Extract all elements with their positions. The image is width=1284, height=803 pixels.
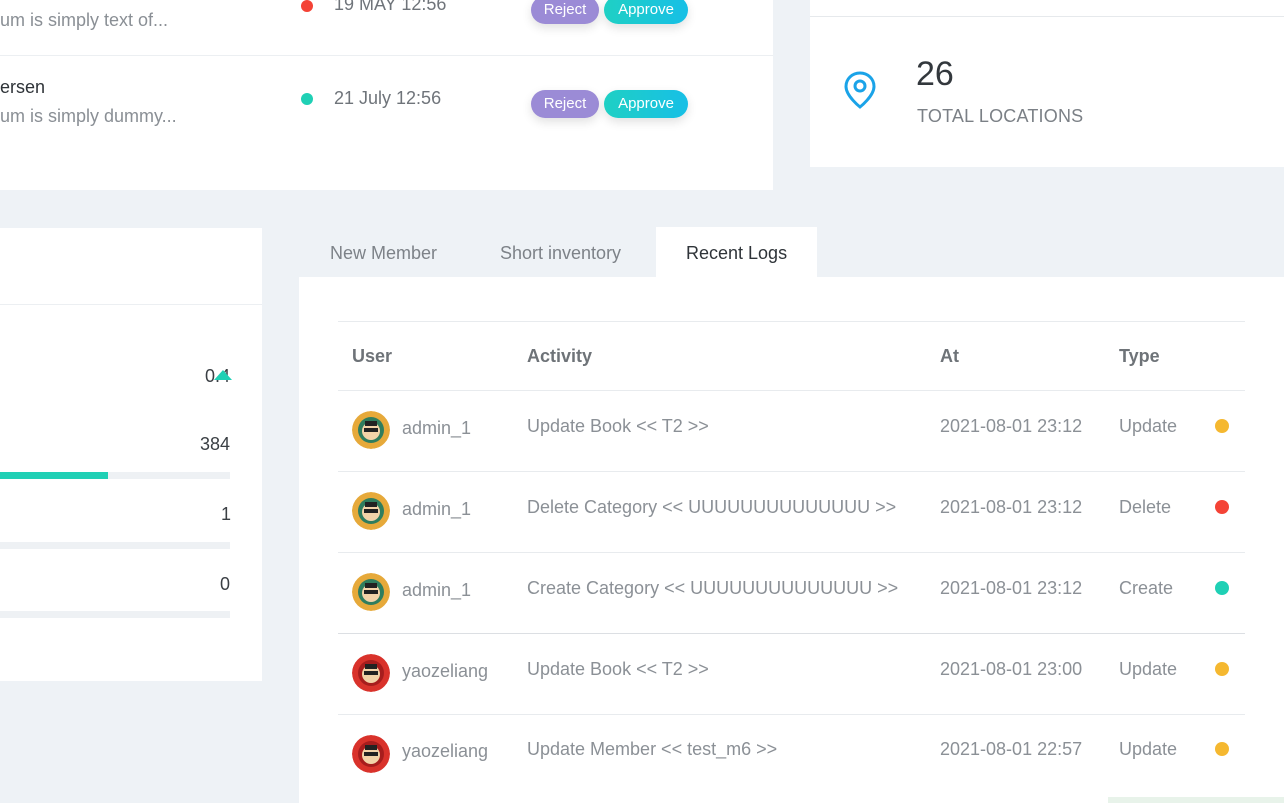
table-divider <box>338 321 1245 322</box>
type-status-dot <box>1215 419 1229 433</box>
table-divider <box>338 714 1245 715</box>
avatar <box>352 573 390 611</box>
column-header-type: Type <box>1119 346 1160 366</box>
reject-button[interactable]: Reject <box>531 90 599 118</box>
log-user: admin_1 <box>402 580 472 600</box>
log-type: Update <box>1119 416 1178 436</box>
locations-count: 26 <box>916 55 954 93</box>
log-type: Create <box>1119 578 1174 598</box>
reject-button[interactable]: Reject <box>531 0 599 24</box>
log-activity: Delete Category << UUUUUUUUUUUUUU >> <box>527 497 897 517</box>
table-divider <box>338 390 1245 391</box>
approval-date: 19 MAY 12:56 <box>334 0 447 14</box>
table-divider <box>338 552 1245 553</box>
log-time: 2021-08-01 23:12 <box>940 497 1083 517</box>
type-status-dot <box>1215 662 1229 676</box>
decorative-strip <box>1108 797 1284 803</box>
log-user: admin_1 <box>402 499 472 519</box>
approval-message: um is simply dummy... <box>0 106 177 126</box>
location-pin-icon <box>843 70 877 115</box>
stat-value: 384 <box>200 434 231 454</box>
total-locations-card <box>810 0 1284 167</box>
table-divider <box>338 633 1245 634</box>
approval-message: um is simply text of... <box>0 10 169 30</box>
log-type: Update <box>1119 739 1178 759</box>
log-user: yaozeliang <box>402 741 489 761</box>
stat-value: 0 <box>220 574 231 594</box>
avatar <box>352 735 390 773</box>
type-status-dot <box>1215 581 1229 595</box>
status-dot <box>301 93 313 105</box>
approve-button[interactable]: Approve <box>604 0 688 24</box>
tab-recent-logs[interactable]: Recent Logs <box>656 227 818 277</box>
avatar <box>352 492 390 530</box>
stats-card-header <box>0 228 262 305</box>
log-time: 2021-08-01 23:12 <box>940 578 1083 598</box>
progress-bar <box>0 611 230 618</box>
stat-value: 1 <box>221 504 232 524</box>
column-header-user: User <box>352 346 393 366</box>
log-type: Update <box>1119 659 1178 679</box>
log-user: admin_1 <box>402 418 472 438</box>
card-divider <box>810 0 1284 17</box>
progress-bar <box>0 472 230 479</box>
log-activity: Create Category << UUUUUUUUUUUUUU >> <box>527 578 899 598</box>
type-status-dot <box>1215 742 1229 756</box>
avatar <box>352 654 390 692</box>
trend-up-icon <box>214 370 232 380</box>
type-status-dot <box>1215 500 1229 514</box>
approval-name: ersen <box>0 77 46 97</box>
approve-button[interactable]: Approve <box>604 90 688 118</box>
progress-fill <box>0 472 108 479</box>
column-header-at: At <box>940 346 959 366</box>
table-divider <box>338 471 1245 472</box>
log-time: 2021-08-01 23:12 <box>940 416 1083 436</box>
status-dot <box>301 0 313 12</box>
log-time: 2021-08-01 23:00 <box>940 659 1083 679</box>
log-activity: Update Member << test_m6 >> <box>527 739 778 759</box>
log-user: yaozeliang <box>402 661 489 681</box>
column-header-activity: Activity <box>527 346 593 366</box>
tab-short-inventory[interactable]: Short inventory <box>470 227 651 277</box>
tab-new-member[interactable]: New Member <box>300 227 467 277</box>
locations-label: TOTAL LOCATIONS <box>917 106 1084 126</box>
progress-bar <box>0 542 230 549</box>
log-activity: Update Book << T2 >> <box>527 659 709 679</box>
log-activity: Update Book << T2 >> <box>527 416 709 436</box>
log-type: Delete <box>1119 497 1172 517</box>
log-time: 2021-08-01 22:57 <box>940 739 1083 759</box>
avatar <box>352 411 390 449</box>
approval-row: ersen um is simply dummy... 21 July 12:5… <box>0 56 773 132</box>
approval-date: 21 July 12:56 <box>334 88 442 108</box>
approval-row: um is simply text of... 19 MAY 12:56 Rej… <box>0 0 773 56</box>
approval-requests-card: um is simply text of... 19 MAY 12:56 Rej… <box>0 0 773 190</box>
